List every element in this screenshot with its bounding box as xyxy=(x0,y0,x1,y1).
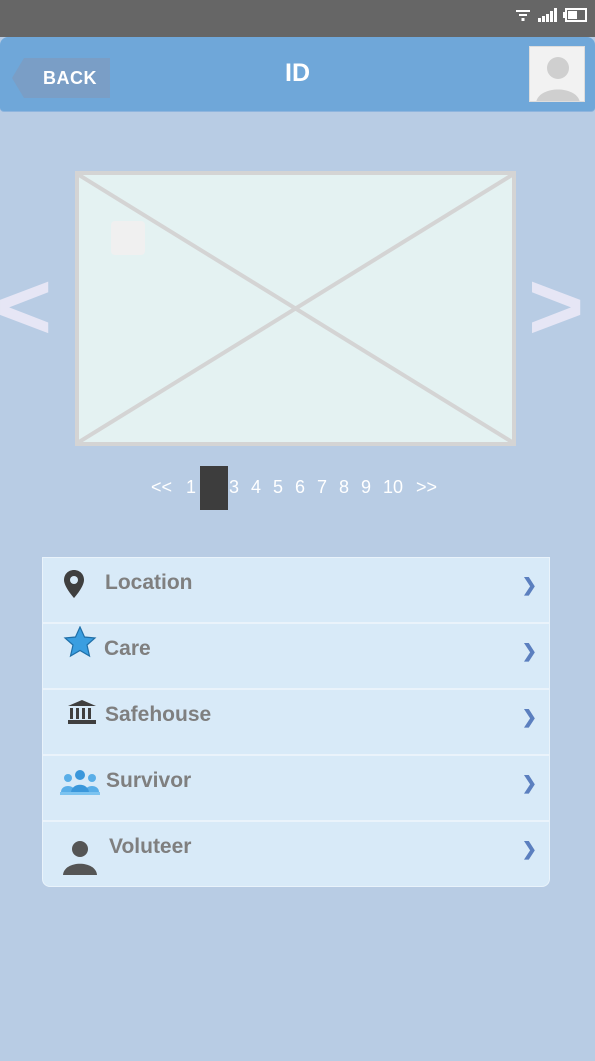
image-placeholder-cross xyxy=(79,175,512,442)
map-pin-icon xyxy=(64,570,84,598)
star-icon xyxy=(63,626,97,658)
signal-icon xyxy=(538,8,557,22)
menu-item-label: Safehouse xyxy=(105,703,212,726)
page-link[interactable]: 4 xyxy=(251,477,261,498)
image-chip xyxy=(111,221,145,255)
status-bar xyxy=(0,0,595,37)
menu-item-survivor[interactable]: Survivor ❯ xyxy=(43,756,549,822)
menu-item-label: Care xyxy=(104,637,151,660)
chevron-right-icon: ❯ xyxy=(521,839,537,859)
menu-item-care[interactable]: Care ❯ xyxy=(43,624,549,690)
menu-item-location[interactable]: Location ❯ xyxy=(43,558,549,624)
menu-list: Location ❯ Care ❯ Safehouse ❯ Survivor ❯… xyxy=(42,557,550,887)
page-current[interactable] xyxy=(200,466,228,510)
page-link[interactable]: 8 xyxy=(339,477,349,498)
menu-item-label: Location xyxy=(105,571,193,594)
chevron-right-icon: ❯ xyxy=(521,575,537,595)
user-silhouette-icon xyxy=(536,57,580,101)
people-group-icon xyxy=(60,770,100,795)
app-header: BACK ID xyxy=(0,37,595,112)
page-link[interactable]: 6 xyxy=(295,477,305,498)
chevron-right-icon: ❯ xyxy=(521,773,537,793)
page-link[interactable]: 5 xyxy=(273,477,283,498)
wifi-icon xyxy=(516,10,530,21)
page-first[interactable]: << xyxy=(151,477,172,498)
menu-item-safehouse[interactable]: Safehouse ❯ xyxy=(43,690,549,756)
page-link[interactable]: 9 xyxy=(361,477,371,498)
chevron-right-icon: ❯ xyxy=(521,707,537,727)
next-image-arrow[interactable]: > xyxy=(526,259,586,355)
image-placeholder xyxy=(75,171,516,446)
battery-icon xyxy=(563,8,587,22)
chevron-right-icon: ❯ xyxy=(521,641,537,661)
prev-image-arrow[interactable]: < xyxy=(0,259,54,355)
menu-item-label: Survivor xyxy=(106,769,192,792)
page-link[interactable]: 7 xyxy=(317,477,327,498)
page-link[interactable]: 10 xyxy=(383,477,403,498)
page-last[interactable]: >> xyxy=(416,477,437,498)
page-title: ID xyxy=(285,59,310,87)
pagination: << 1 3 4 5 6 7 8 9 10 >> xyxy=(0,466,595,510)
menu-item-label: Voluteer xyxy=(109,835,192,858)
menu-item-volunteer[interactable]: Voluteer ❯ xyxy=(43,822,549,888)
page-link[interactable]: 1 xyxy=(186,477,196,498)
status-icons xyxy=(515,6,587,22)
building-icon xyxy=(68,700,96,724)
avatar[interactable] xyxy=(529,46,585,102)
person-icon xyxy=(63,841,97,875)
page-link[interactable]: 3 xyxy=(229,477,239,498)
